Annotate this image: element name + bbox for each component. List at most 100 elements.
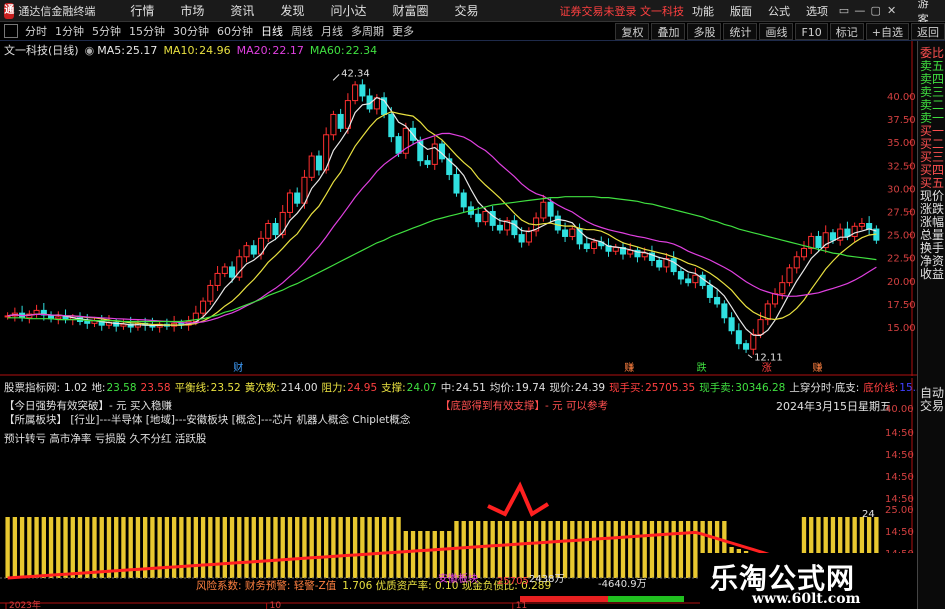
stock-name: 文一科技(日线): [4, 44, 79, 57]
menu-market[interactable]: 市场: [167, 2, 217, 19]
candle-body: [554, 215, 561, 231]
volume-value: 25705: [497, 576, 529, 587]
overlay-button[interactable]: 叠加: [651, 22, 686, 40]
period-15min[interactable]: 15分钟: [125, 23, 169, 39]
indicator-bar: [584, 521, 589, 578]
candle-body: [460, 192, 467, 208]
low-label-pointer: [747, 354, 753, 359]
candle-body: [728, 317, 735, 332]
candle-body: [308, 155, 315, 178]
candle-body: [221, 266, 228, 274]
period-daily[interactable]: 日线: [257, 23, 287, 39]
indicator-bar: [432, 531, 437, 578]
legend-toggle-icon[interactable]: ◉: [85, 44, 95, 57]
candle-body: [692, 274, 699, 284]
period-more[interactable]: 更多: [388, 23, 418, 39]
period-60min[interactable]: 60分钟: [213, 23, 257, 39]
f10-button[interactable]: F10: [795, 22, 828, 40]
menu-quotes[interactable]: 行情: [117, 2, 167, 19]
candle-body: [569, 228, 576, 237]
indicator-bar: [410, 531, 416, 578]
menu-formula[interactable]: 公式: [760, 3, 798, 19]
y-tick-label: 37.50: [887, 115, 916, 126]
side-trade[interactable]: 交易: [918, 400, 945, 413]
indicator-bar: [19, 517, 25, 578]
candlestick-chart[interactable]: 40.00 37.50 35.00 32.50 30.00 27.50 25.00 22.50…: [0, 41, 917, 376]
signal-marker: 跌: [697, 361, 707, 374]
candle-body: [33, 309, 40, 315]
adjust-button[interactable]: 复权: [615, 22, 650, 40]
indicator-bar: [678, 521, 684, 578]
quote-sidebar: 委比 卖五 卖四 卖三 卖二 卖一 买一 买二 买三 买四 买五 现价 涨跌 涨幅 总量 换手 净资 收益 自动 …: [917, 41, 945, 609]
candle-body: [677, 271, 684, 280]
candle-body: [424, 160, 431, 165]
indicator-bar: [367, 517, 372, 578]
watermark-url: www.60lt.com: [752, 591, 861, 607]
mark-button[interactable]: 标记: [829, 22, 864, 40]
ma60-value: 22.34: [345, 43, 378, 57]
candle-body: [815, 235, 822, 249]
period-1min[interactable]: 1分钟: [51, 23, 88, 39]
multi-stock-button[interactable]: 多股: [687, 22, 722, 40]
y-tick-label: 22.50: [887, 254, 916, 265]
x-tick-label: 11: [516, 601, 527, 609]
add-watchlist-button[interactable]: +自选: [865, 22, 909, 40]
indicator-bar: [389, 517, 394, 578]
indicator-bar: [70, 517, 75, 578]
candle-body: [55, 316, 62, 320]
indicator-bar: [171, 517, 177, 578]
candle-body: [315, 155, 322, 171]
layout-icon[interactable]: [4, 24, 18, 38]
period-5min[interactable]: 5分钟: [88, 23, 125, 39]
stats-button[interactable]: 统计: [723, 22, 758, 40]
indicator-bar: [331, 517, 336, 578]
risk-label: 风险系数: 财务预警: 轻警-Z值: [196, 580, 337, 592]
y-tick-label: 27.50: [887, 208, 916, 219]
menu-news[interactable]: 资讯: [217, 2, 267, 19]
side-item-17: 收益: [919, 267, 944, 281]
period-weekly[interactable]: 周线: [287, 23, 317, 39]
indicator-bar: [200, 517, 206, 578]
minimize-icon[interactable]: —: [852, 4, 868, 17]
indicator-bar: [693, 521, 698, 578]
y-tick-label: 40.00: [887, 92, 916, 103]
indicator-bar: [483, 521, 488, 578]
restore-icon[interactable]: ▭: [836, 4, 852, 17]
maximize-icon[interactable]: ▢: [868, 4, 884, 17]
close-icon[interactable]: ✕: [884, 4, 900, 17]
candle-body: [540, 201, 547, 219]
signal-marker: 财: [233, 361, 243, 374]
candle-body: [272, 223, 279, 236]
draw-line-button[interactable]: 画线: [759, 22, 794, 40]
login-notice[interactable]: 证券交易未登录 文一科技: [560, 3, 685, 19]
candle-body: [829, 232, 836, 241]
indicator-bar: [570, 521, 575, 578]
candle-body: [670, 258, 677, 273]
menu-function[interactable]: 功能: [684, 3, 722, 19]
candle-body: [207, 284, 214, 302]
candle-body: [800, 247, 808, 258]
candle-body: [590, 241, 598, 249]
period-multi[interactable]: 多周期: [347, 23, 388, 39]
period-30min[interactable]: 30分钟: [169, 23, 213, 39]
indicator-bar: [266, 517, 271, 578]
candle-body: [84, 320, 91, 324]
ma10-label: MA10:: [163, 43, 199, 57]
candle-body: [214, 272, 221, 286]
y-tick-label: 30.00: [887, 184, 916, 195]
menu-wealth[interactable]: 财富圈: [379, 2, 441, 19]
menu-options[interactable]: 选项: [798, 3, 836, 19]
back-button[interactable]: 返回: [911, 22, 945, 40]
period-intraday[interactable]: 分时: [21, 23, 51, 39]
x-tick-label: 10: [270, 601, 282, 609]
period-monthly[interactable]: 月线: [317, 23, 347, 39]
watermark: 乐淘公式网 www.60lt.com: [700, 553, 917, 609]
period-toolbar: 分时 1分钟 5分钟 15分钟 30分钟 60分钟 日线 周线 月线 多周期 更…: [0, 22, 945, 41]
menu-discover[interactable]: 发现: [267, 2, 317, 19]
menu-ask[interactable]: 问小达: [317, 2, 379, 19]
indicator-bar: [642, 521, 647, 578]
sub-tick-label: 14:50: [885, 527, 914, 538]
menu-trade[interactable]: 交易: [441, 2, 491, 19]
indicator-bar: [12, 517, 18, 578]
menu-layout[interactable]: 版面: [722, 3, 760, 19]
